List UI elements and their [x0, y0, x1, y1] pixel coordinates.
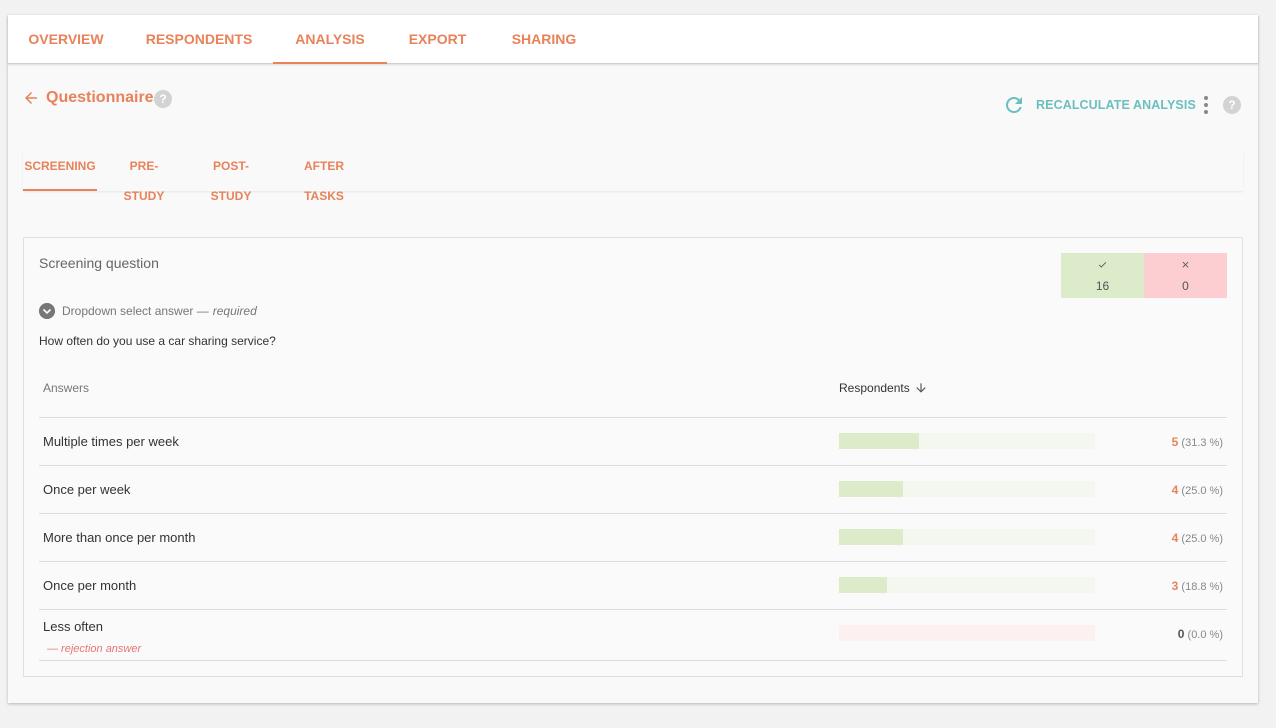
rejected-count: 0: [1182, 279, 1189, 293]
respondent-count: 0: [1177, 627, 1185, 641]
page-title: Questionnaire: [46, 89, 154, 106]
table-row: Once per month 3 (18.8 %): [39, 562, 1227, 610]
respondent-bar-fill: [839, 433, 920, 449]
top-navigation: OVERVIEW RESPONDENTS ANALYSIS EXPORT SHA…: [8, 15, 1258, 64]
tab-export[interactable]: EXPORT: [400, 15, 475, 64]
arrow-left-icon[interactable]: [22, 89, 40, 107]
help-icon[interactable]: ?: [154, 90, 172, 108]
subtab-post-study[interactable]: POST-STUDY: [195, 151, 267, 203]
rejected-counter: 0: [1144, 253, 1227, 298]
respondent-bar-track: [839, 529, 1095, 545]
help-icon-right[interactable]: ?: [1223, 96, 1241, 114]
table-row: Less often — rejection answer 0 (0.0 %): [39, 610, 1227, 661]
question-type-label: Dropdown select answer —: [62, 304, 209, 318]
respondent-bar-track: [839, 577, 1095, 593]
subtab-screening[interactable]: SCREENING: [23, 151, 97, 191]
answer-label: Less often: [43, 619, 103, 634]
panel-title: Screening question: [39, 255, 159, 271]
respondents-header-label: Respondents: [839, 381, 910, 395]
analysis-card: OVERVIEW RESPONDENTS ANALYSIS EXPORT SHA…: [8, 15, 1258, 703]
question-type: Dropdown select answer — required: [39, 302, 257, 320]
more-vert-icon[interactable]: [1202, 96, 1210, 116]
refresh-icon[interactable]: [1002, 93, 1026, 117]
respondent-percent: (0.0 %): [1187, 629, 1223, 641]
answer-label: Once per month: [43, 578, 137, 593]
answer-label: Once per week: [43, 482, 131, 497]
respondent-bar-fill: [839, 481, 903, 497]
respondent-stat: 3 (18.8 %): [1172, 579, 1223, 593]
check-icon: [1098, 262, 1107, 268]
respondent-count: 5: [1171, 435, 1179, 449]
required-label: required: [212, 304, 257, 318]
respondent-bar-track: [839, 433, 1095, 449]
answers-column-header: Answers: [43, 381, 90, 395]
respondent-count: 4: [1171, 531, 1179, 545]
respondent-bar-track: [839, 625, 1095, 641]
respondent-stat: 4 (25.0 %): [1172, 531, 1223, 545]
answer-label: More than once per month: [43, 530, 196, 545]
tab-overview[interactable]: OVERVIEW: [8, 15, 124, 64]
respondents-column-header[interactable]: Respondents: [839, 381, 928, 395]
recalculate-analysis-button[interactable]: RECALCULATE ANALYSIS: [1036, 98, 1196, 112]
respondent-percent: (25.0 %): [1181, 485, 1223, 497]
close-icon: [1182, 261, 1189, 268]
respondent-stat: 0 (0.0 %): [1178, 627, 1223, 641]
chevron-down-icon[interactable]: [39, 303, 55, 319]
tab-analysis[interactable]: ANALYSIS: [273, 15, 387, 64]
respondent-stat: 5 (31.3 %): [1172, 435, 1223, 449]
screening-question-panel: Screening question 16 0 Dropdown select …: [23, 237, 1243, 677]
respondent-percent: (25.0 %): [1181, 533, 1223, 545]
arrow-down-icon[interactable]: [914, 381, 928, 395]
answer-label: Multiple times per week: [43, 434, 179, 449]
respondent-count: 4: [1171, 483, 1179, 497]
respondent-stat: 4 (25.0 %): [1172, 483, 1223, 497]
rejection-note: — rejection answer: [47, 643, 142, 655]
table-row: More than once per month 4 (25.0 %): [39, 514, 1227, 562]
respondent-bar-fill: [839, 577, 888, 593]
respondent-percent: (18.8 %): [1181, 581, 1223, 593]
table-row: Once per week 4 (25.0 %): [39, 466, 1227, 514]
respondent-bar-fill: [839, 529, 903, 545]
accepted-count: 16: [1095, 279, 1110, 293]
questionnaire-subtabs: SCREENING PRE-STUDY POST-STUDY AFTER TAS…: [23, 151, 1243, 203]
question-text: How often do you use a car sharing servi…: [39, 334, 276, 348]
respondent-percent: (31.3 %): [1181, 437, 1223, 449]
table-row: Multiple times per week 5 (31.3 %): [39, 418, 1227, 466]
accepted-counter: 16: [1061, 253, 1144, 298]
respondent-count: 3: [1171, 579, 1179, 593]
respondent-bar-track: [839, 481, 1095, 497]
subtab-pre-study[interactable]: PRE-STUDY: [112, 151, 176, 203]
subtab-after-tasks[interactable]: AFTER TASKS: [285, 151, 363, 203]
tab-respondents[interactable]: RESPONDENTS: [139, 15, 259, 64]
tab-sharing[interactable]: SHARING: [502, 15, 586, 64]
